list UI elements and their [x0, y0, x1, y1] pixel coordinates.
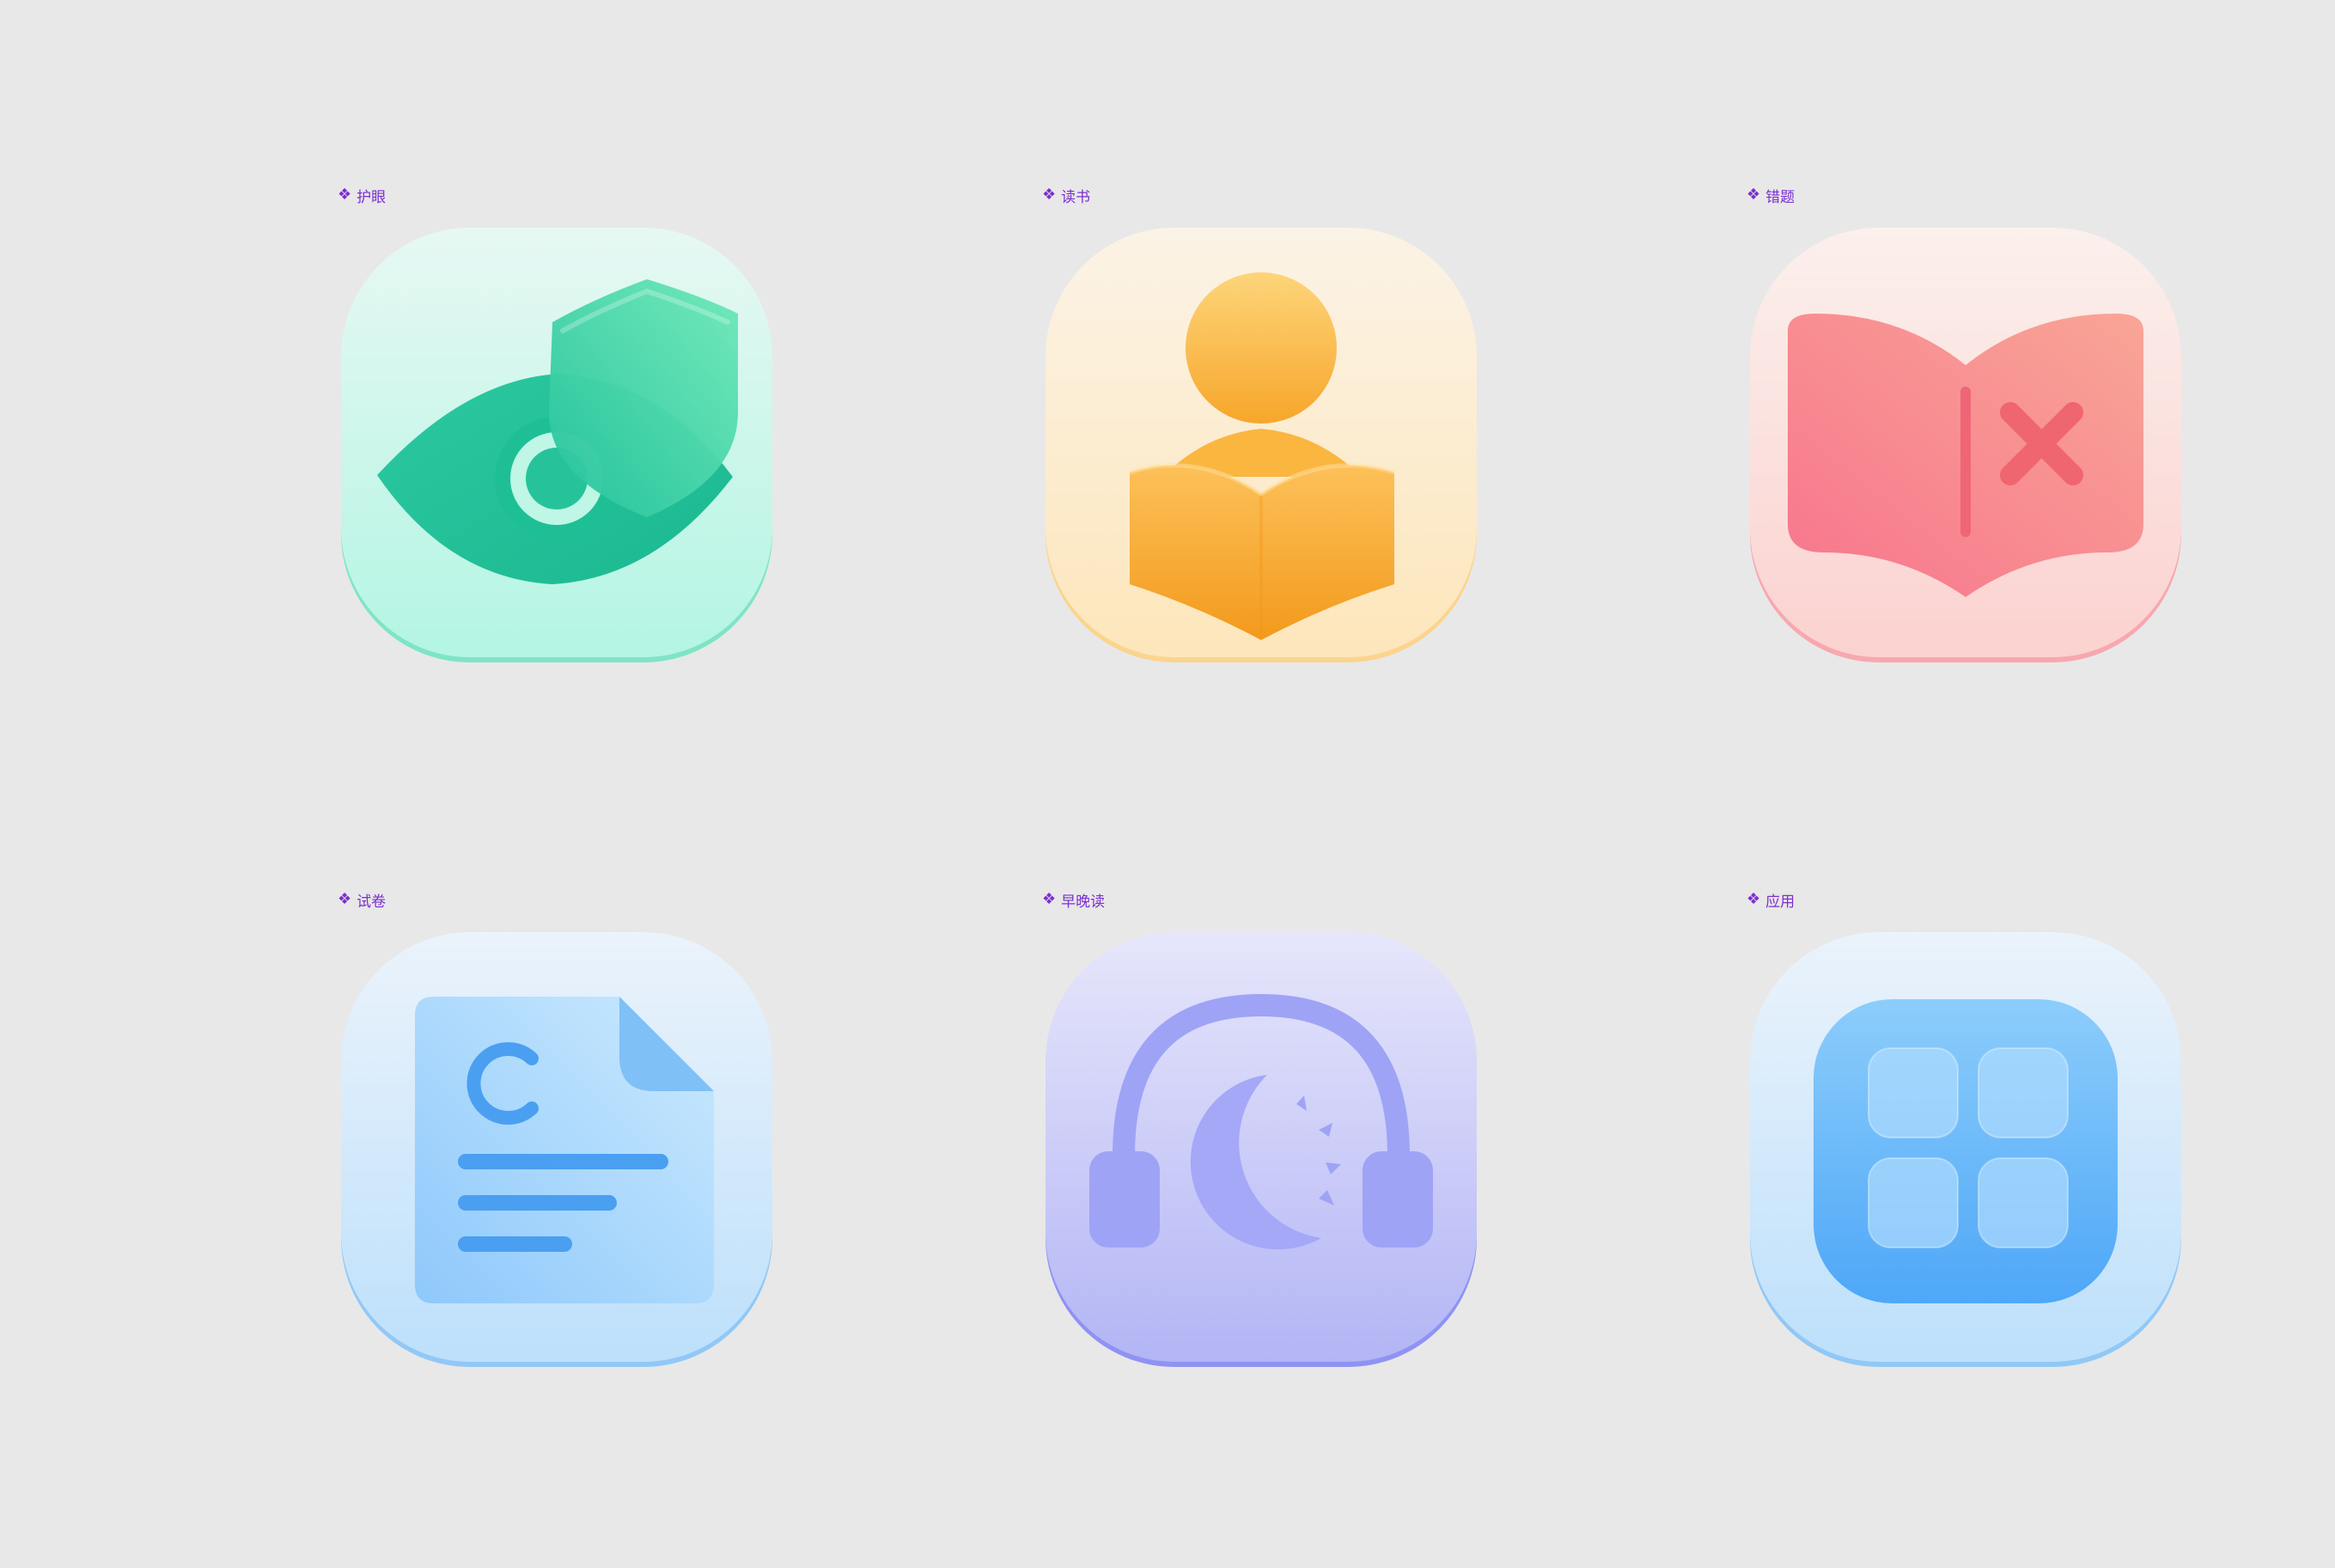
component-label[interactable]: ❖ 读书	[1042, 185, 1091, 206]
component-glyph-icon: ❖	[1042, 890, 1057, 908]
component-eye-care: ❖ 护眼	[338, 185, 776, 666]
component-label-text: 应用	[1765, 893, 1795, 911]
component-label-text: 早晚读	[1061, 893, 1106, 911]
component-label[interactable]: ❖ 错题	[1747, 185, 1795, 206]
component-reading: ❖ 读书	[1042, 185, 1480, 666]
component-mistakes: ❖ 错题	[1747, 185, 2185, 666]
component-label-text: 护眼	[357, 188, 387, 206]
component-label[interactable]: ❖ 试卷	[338, 889, 387, 911]
component-label-text: 读书	[1061, 188, 1091, 206]
component-label[interactable]: ❖ 护眼	[338, 185, 387, 206]
component-label[interactable]: ❖ 应用	[1747, 889, 1795, 911]
eye-shield-icon[interactable]	[338, 228, 776, 666]
component-glyph-icon: ❖	[1747, 186, 1761, 204]
component-label[interactable]: ❖ 早晚读	[1042, 889, 1106, 911]
person-reading-icon[interactable]	[1042, 228, 1480, 666]
component-exam-paper: ❖ 试卷	[338, 889, 776, 1370]
headphones-moon-icon[interactable]	[1042, 932, 1480, 1370]
component-glyph-icon: ❖	[1747, 890, 1761, 908]
component-glyph-icon: ❖	[1042, 186, 1057, 204]
component-morning-evening-reading: ❖ 早晚读	[1042, 889, 1480, 1370]
book-cross-icon[interactable]	[1747, 228, 2185, 666]
component-label-text: 试卷	[357, 893, 387, 911]
app-grid-icon[interactable]	[1747, 932, 2185, 1370]
component-label-text: 错题	[1765, 188, 1795, 206]
exam-paper-icon[interactable]	[338, 932, 776, 1370]
component-glyph-icon: ❖	[338, 890, 352, 908]
component-apps: ❖ 应用	[1747, 889, 2185, 1370]
component-glyph-icon: ❖	[338, 186, 352, 204]
